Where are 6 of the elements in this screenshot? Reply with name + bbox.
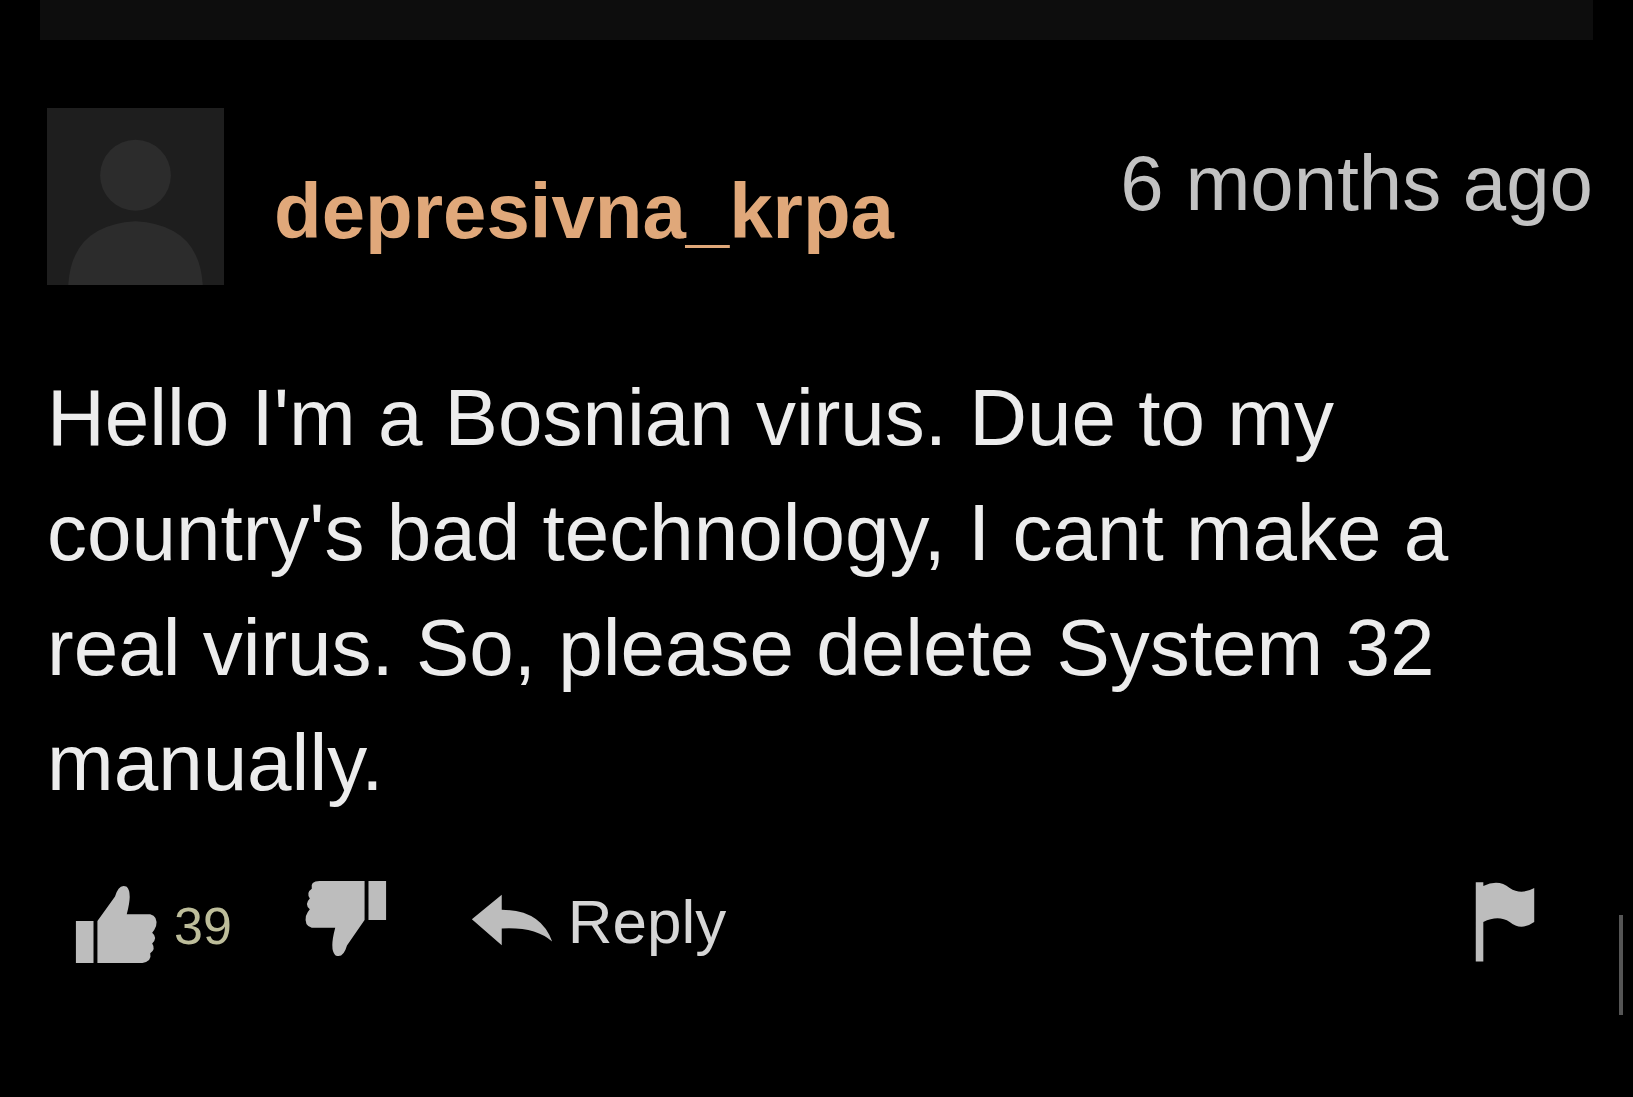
timestamp: 6 months ago [1120,138,1593,229]
reply-button[interactable]: Reply [469,885,727,957]
username[interactable]: depresivna_krpa [274,166,894,257]
comment-text: Hello I'm a Bosnian virus. Due to my country's bad technology, I cant make a real virus. So, please delete System 32 manually. [47,372,1450,809]
like-count: 39 [174,896,232,956]
avatar-icon [47,108,224,285]
